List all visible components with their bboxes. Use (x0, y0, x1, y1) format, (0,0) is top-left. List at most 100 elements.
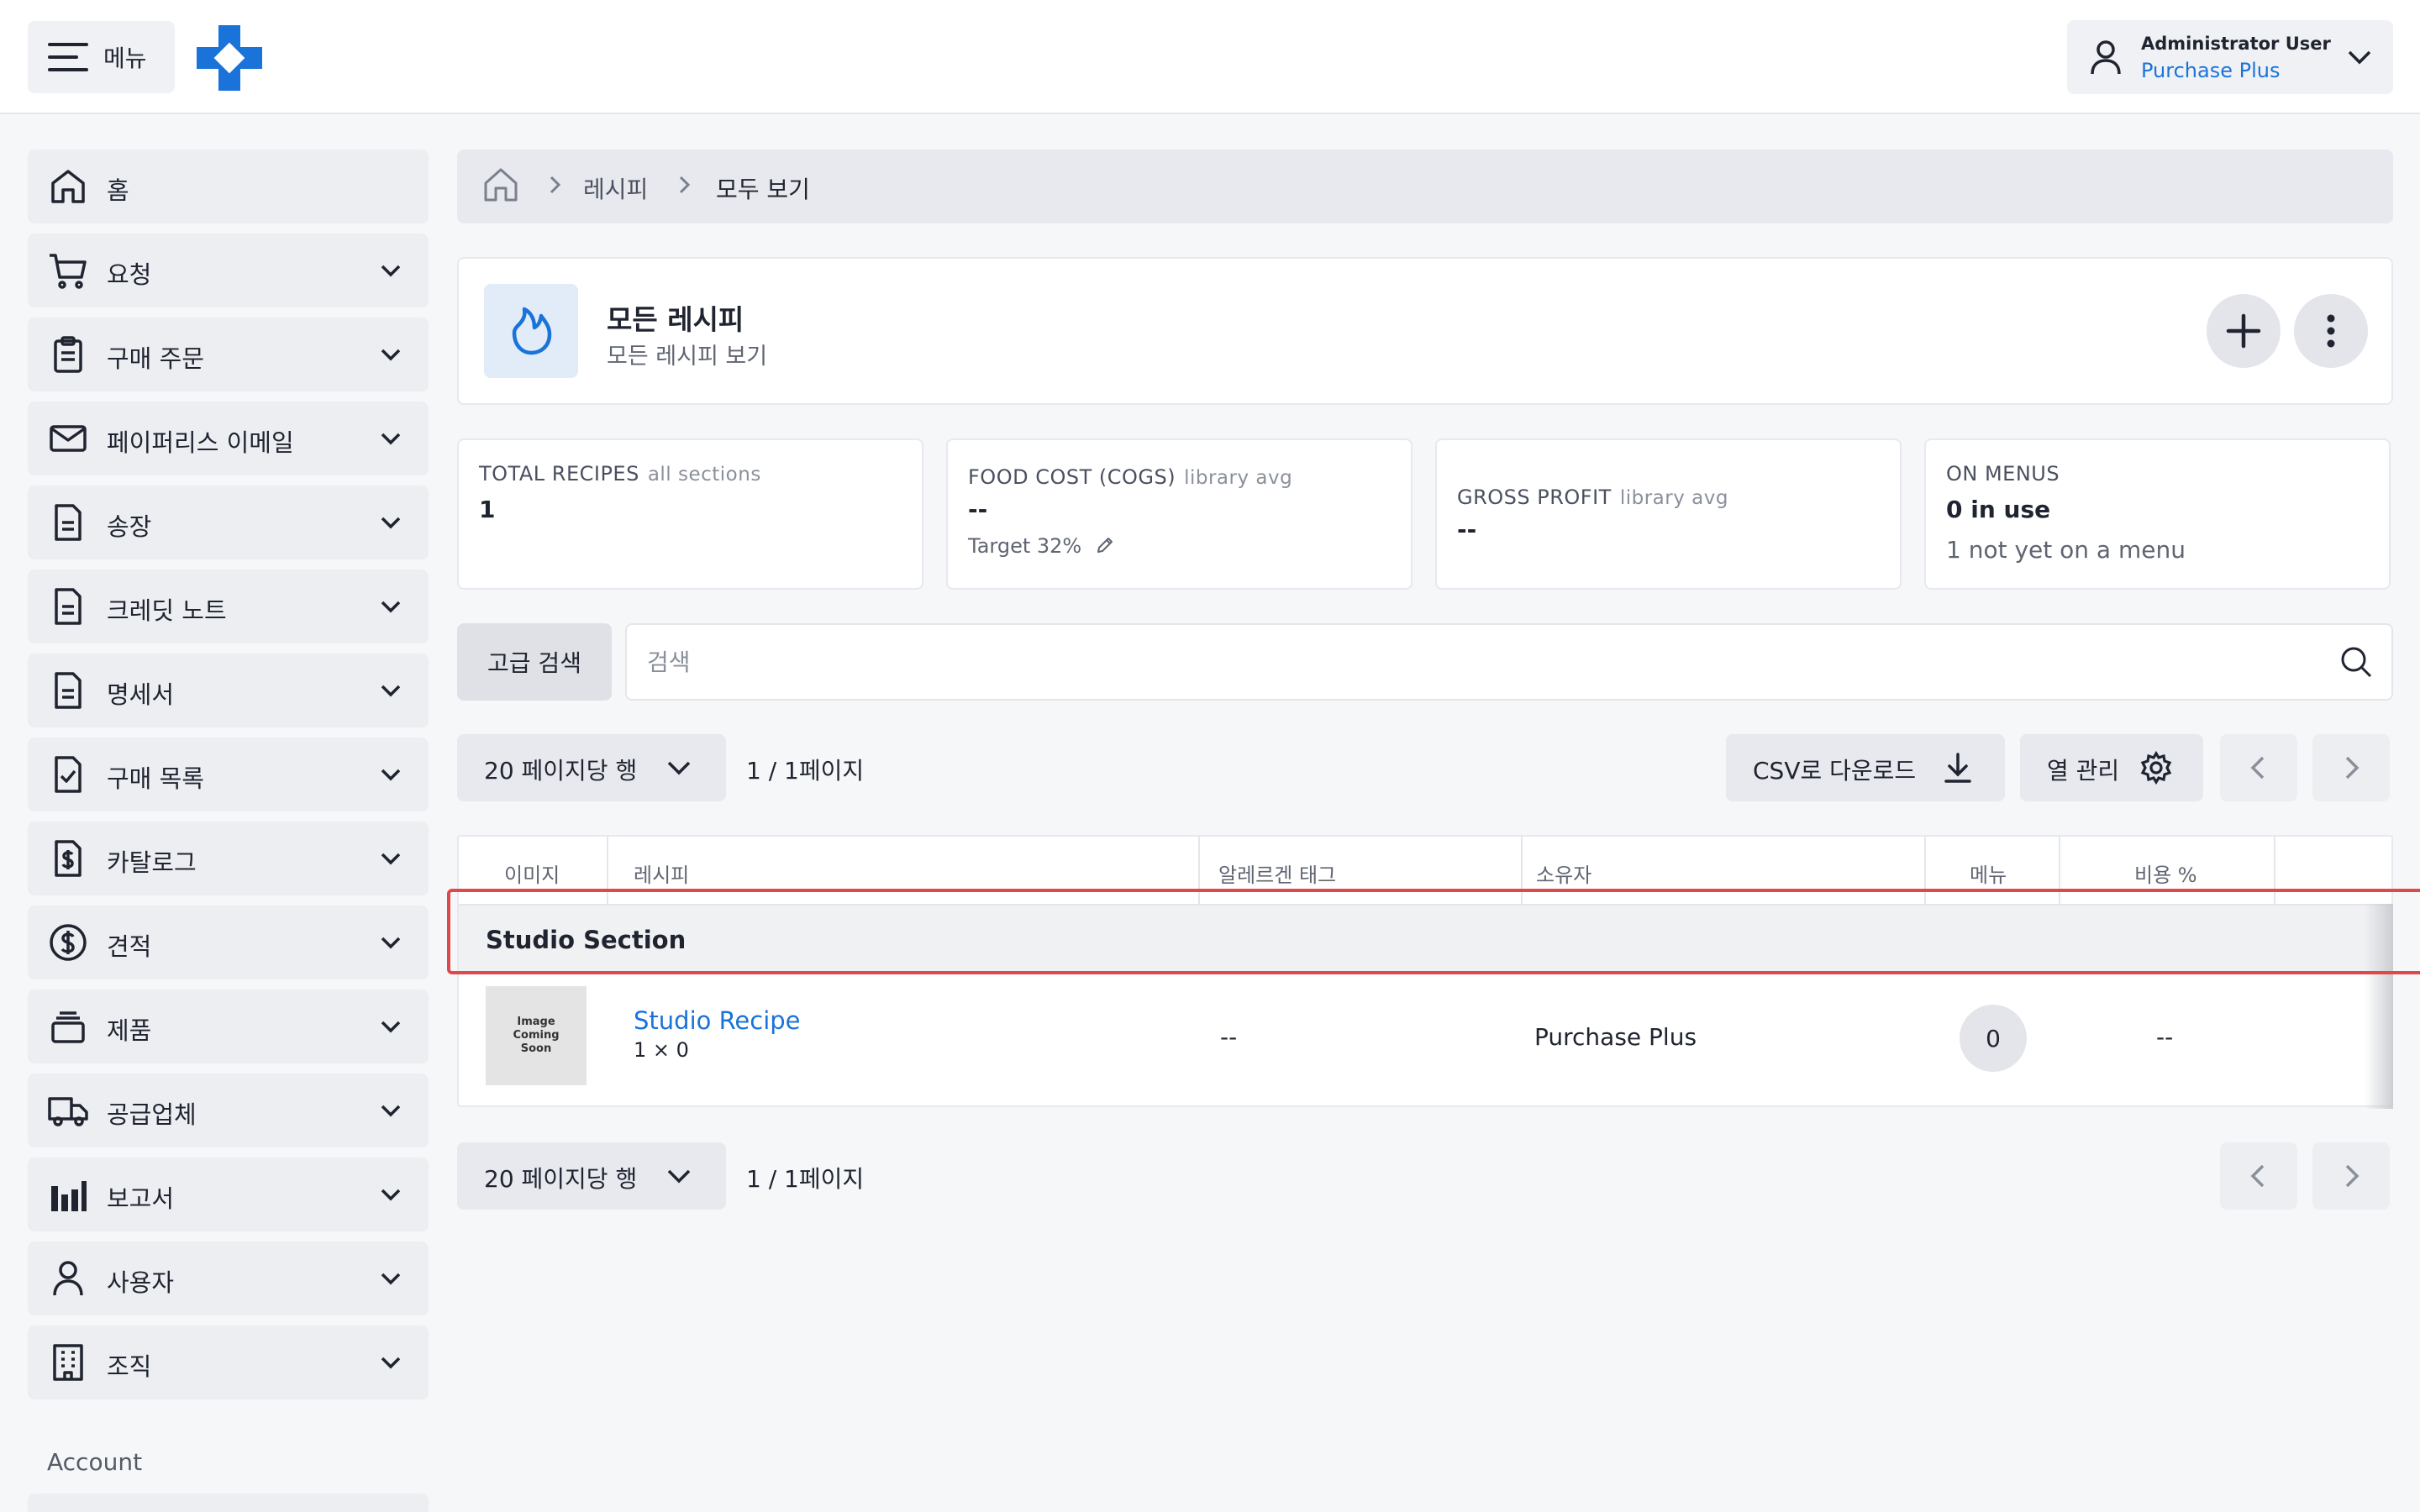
column-header-image[interactable]: 이미지 (504, 858, 560, 888)
stat-label: ON MENUS (1946, 462, 2060, 486)
sidebar-item-suppliers[interactable]: 공급업체 (28, 1074, 429, 1147)
recipe-link[interactable]: Studio Recipe (634, 1006, 801, 1035)
page-subtitle: 모든 레시피 보기 (607, 344, 768, 370)
stat-gross-profit: GROSS PROFIT library avg -- (1435, 438, 1902, 590)
sidebar-item-reports[interactable]: 보고서 (28, 1158, 429, 1231)
sidebar-item-organization[interactable]: 조직 (28, 1326, 429, 1399)
chevron-down-icon (381, 1189, 401, 1201)
target-text: Target 32% (968, 534, 1082, 558)
user-organization: Purchase Plus (2141, 59, 2281, 82)
logo-icon[interactable] (197, 25, 262, 91)
scroll-fade (2365, 904, 2393, 1109)
column-header-cost-percent[interactable]: 비용 % (2134, 858, 2197, 888)
sidebar-item-invoices[interactable]: 송장 (28, 486, 429, 559)
home-icon[interactable] (481, 165, 521, 205)
top-bar: 메뉴 Administrator User Purchase Plus (0, 0, 2420, 114)
search-field (625, 623, 2393, 701)
hamburger-icon (48, 41, 88, 73)
stat-label: FOOD COST (COGS) library avg (968, 465, 1292, 489)
chevron-down-icon (381, 517, 401, 529)
rows-per-page-select-bottom[interactable]: 20 페이지당 행 (457, 1142, 726, 1210)
sidebar-item-quotes[interactable]: 견적 (28, 906, 429, 979)
user-menu[interactable]: Administrator User Purchase Plus (2067, 20, 2393, 94)
chevron-down-icon (381, 601, 401, 613)
column-divider (1924, 837, 1926, 904)
chevron-down-icon (381, 937, 401, 949)
page-header: 모든 레시피 모든 레시피 보기 (457, 257, 2393, 405)
column-header-menus[interactable]: 메뉴 (1970, 858, 2007, 888)
column-divider (1521, 837, 1523, 904)
previous-page-button[interactable] (2220, 734, 2297, 801)
sidebar-item-users[interactable]: 사용자 (28, 1242, 429, 1315)
chevron-down-icon (381, 1273, 401, 1285)
next-page-button[interactable] (2312, 734, 2390, 801)
column-header-allergen-tags[interactable]: 알레르겐 태그 (1218, 858, 1336, 888)
clipboard-icon (54, 336, 82, 373)
breadcrumb-recipes[interactable]: 레시피 (583, 171, 648, 205)
stat-label-sub: library avg (1619, 487, 1728, 509)
pencil-icon[interactable] (1095, 535, 1115, 555)
checklist-icon (55, 756, 82, 793)
breadcrumb: 레시피 모두 보기 (457, 150, 2393, 223)
manage-columns-label: 열 관리 (2047, 757, 2120, 785)
stat-note: 1 not yet on a menu (1946, 536, 2186, 564)
stat-label-text: FOOD COST (COGS) (968, 465, 1176, 489)
gear-icon (2140, 751, 2172, 785)
cost-percent-cell: -- (2156, 1023, 2174, 1051)
sidebar-item-catalogs[interactable]: 카탈로그 (28, 822, 429, 895)
sidebar-item-label: 카탈로그 (107, 848, 197, 877)
sidebar-item-label: 구매 목록 (107, 764, 204, 793)
stat-label-text: TOTAL RECIPES (479, 462, 639, 486)
search-icon[interactable] (2338, 643, 2375, 680)
plus-icon (2226, 313, 2261, 349)
stat-food-cost: FOOD COST (COGS) library avg -- Target 32… (946, 438, 1413, 590)
sidebar-item-buy-lists[interactable]: 구매 목록 (28, 738, 429, 811)
stat-on-menus: ON MENUS 0 in use 1 not yet on a menu (1924, 438, 2391, 590)
breadcrumb-view-all: 모두 보기 (716, 176, 810, 203)
chevron-right-icon (679, 176, 691, 194)
advanced-search-button[interactable]: 고급 검색 (457, 623, 612, 701)
sidebar-item-credit-notes[interactable]: 크레딧 노트 (28, 570, 429, 643)
sidebar-item-purchase-orders[interactable]: 구매 주문 (28, 318, 429, 391)
image-text-line: Image (517, 1016, 555, 1028)
download-csv-label: CSV로 다운로드 (1753, 757, 1917, 785)
column-divider (607, 837, 608, 904)
chevron-down-icon (381, 433, 401, 445)
stat-target: Target 32% (968, 534, 1115, 558)
chevron-down-icon (381, 349, 401, 361)
dollar-document-icon (55, 840, 82, 877)
menus-count-badge[interactable]: 0 (1960, 1005, 2027, 1072)
more-options-button[interactable] (2294, 294, 2368, 368)
sidebar-item-account[interactable] (28, 1494, 429, 1512)
sidebar-item-label: 홈 (107, 176, 129, 205)
sidebar-item-label: 제품 (107, 1016, 152, 1045)
stat-value: 1 (479, 496, 496, 523)
manage-columns-button[interactable]: 열 관리 (2020, 734, 2203, 801)
sidebar-item-statements[interactable]: 명세서 (28, 654, 429, 727)
mail-icon (50, 425, 87, 452)
sidebar-section-account: Account (47, 1448, 143, 1476)
sidebar-item-paperless-email[interactable]: 페이퍼리스 이메일 (28, 402, 429, 475)
download-csv-button[interactable]: CSV로 다운로드 (1726, 734, 2005, 801)
sidebar-item-requests[interactable]: 요청 (28, 234, 429, 307)
sidebar-item-products[interactable]: 제품 (28, 990, 429, 1063)
document-icon (55, 672, 82, 709)
menu-button[interactable]: 메뉴 (28, 21, 175, 93)
rows-per-page-select[interactable]: 20 페이지당 행 (457, 734, 726, 801)
chevron-right-icon (550, 176, 561, 194)
previous-page-button-bottom[interactable] (2220, 1142, 2297, 1210)
sidebar-item-label: 사용자 (107, 1268, 175, 1297)
add-recipe-button[interactable] (2207, 294, 2281, 368)
search-input[interactable] (647, 643, 2294, 680)
table-section-row[interactable]: Studio Section (459, 904, 2391, 974)
column-header-recipe[interactable]: 레시피 (634, 858, 689, 888)
next-page-button-bottom[interactable] (2312, 1142, 2390, 1210)
column-header-owner[interactable]: 소유자 (1536, 858, 1591, 888)
stat-label-text: GROSS PROFIT (1457, 486, 1612, 509)
document-icon (55, 504, 82, 541)
flame-icon (512, 307, 552, 355)
sidebar-item-label: 견적 (107, 932, 152, 961)
bar-chart-icon (51, 1181, 87, 1211)
box-icon (51, 1011, 85, 1043)
sidebar-item-home[interactable]: 홈 (28, 150, 429, 223)
